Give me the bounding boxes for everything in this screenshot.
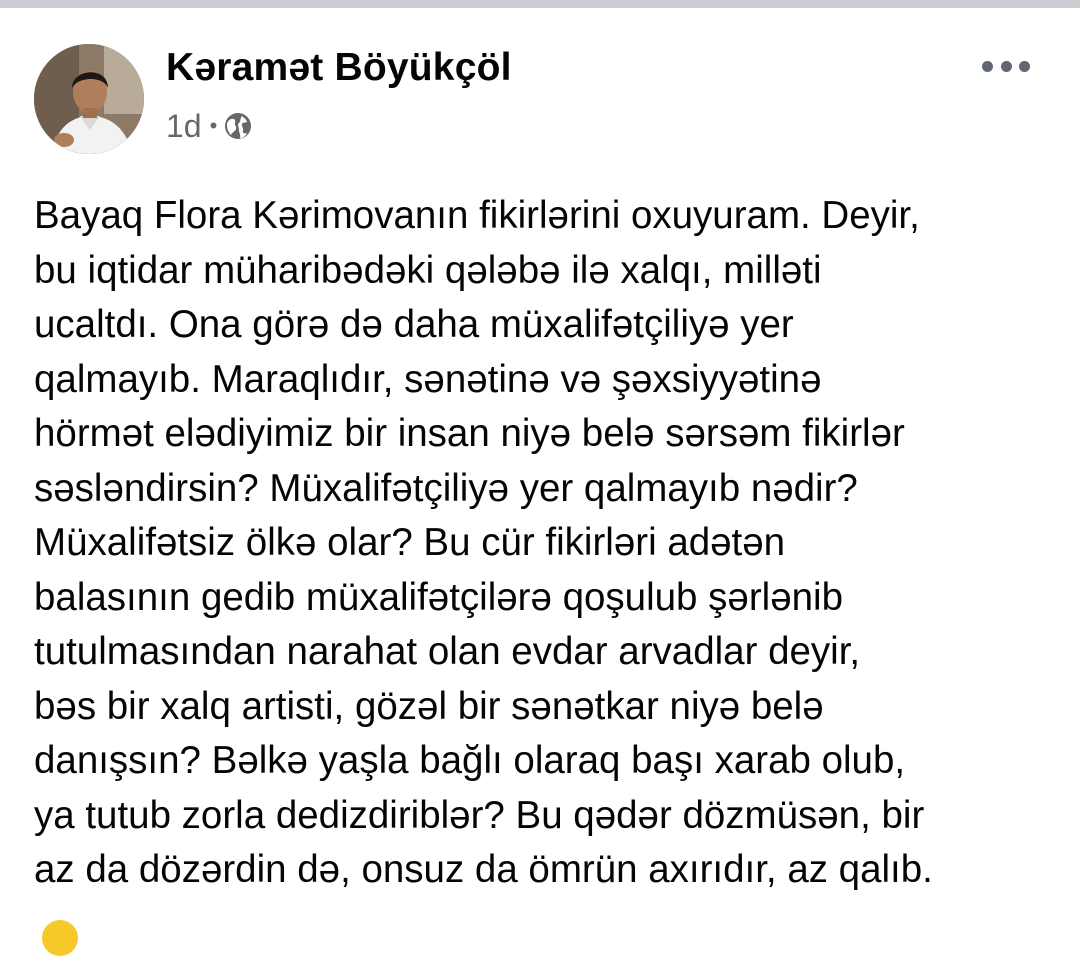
globe-icon[interactable] [223, 111, 253, 141]
author-name[interactable]: Kəramət Böyükçöl [166, 46, 512, 90]
post-timestamp[interactable]: 1d [166, 108, 202, 145]
more-dot [1000, 60, 1012, 72]
more-dot [1019, 60, 1030, 72]
facebook-post: Kəramət Böyükçöl 1d • Bayaq Flora Kərimo… [0, 8, 1080, 928]
author-avatar[interactable] [34, 44, 144, 154]
emoji-icon [42, 920, 78, 956]
meta-separator: • [209, 113, 218, 138]
more-dot [982, 60, 993, 72]
post-body-text: Bayaq Flora Kərimovanın fikirlərini oxuy… [34, 194, 933, 891]
top-divider [0, 0, 1080, 8]
more-options-icon[interactable] [982, 52, 1030, 80]
post-meta: 1d • [166, 106, 253, 146]
